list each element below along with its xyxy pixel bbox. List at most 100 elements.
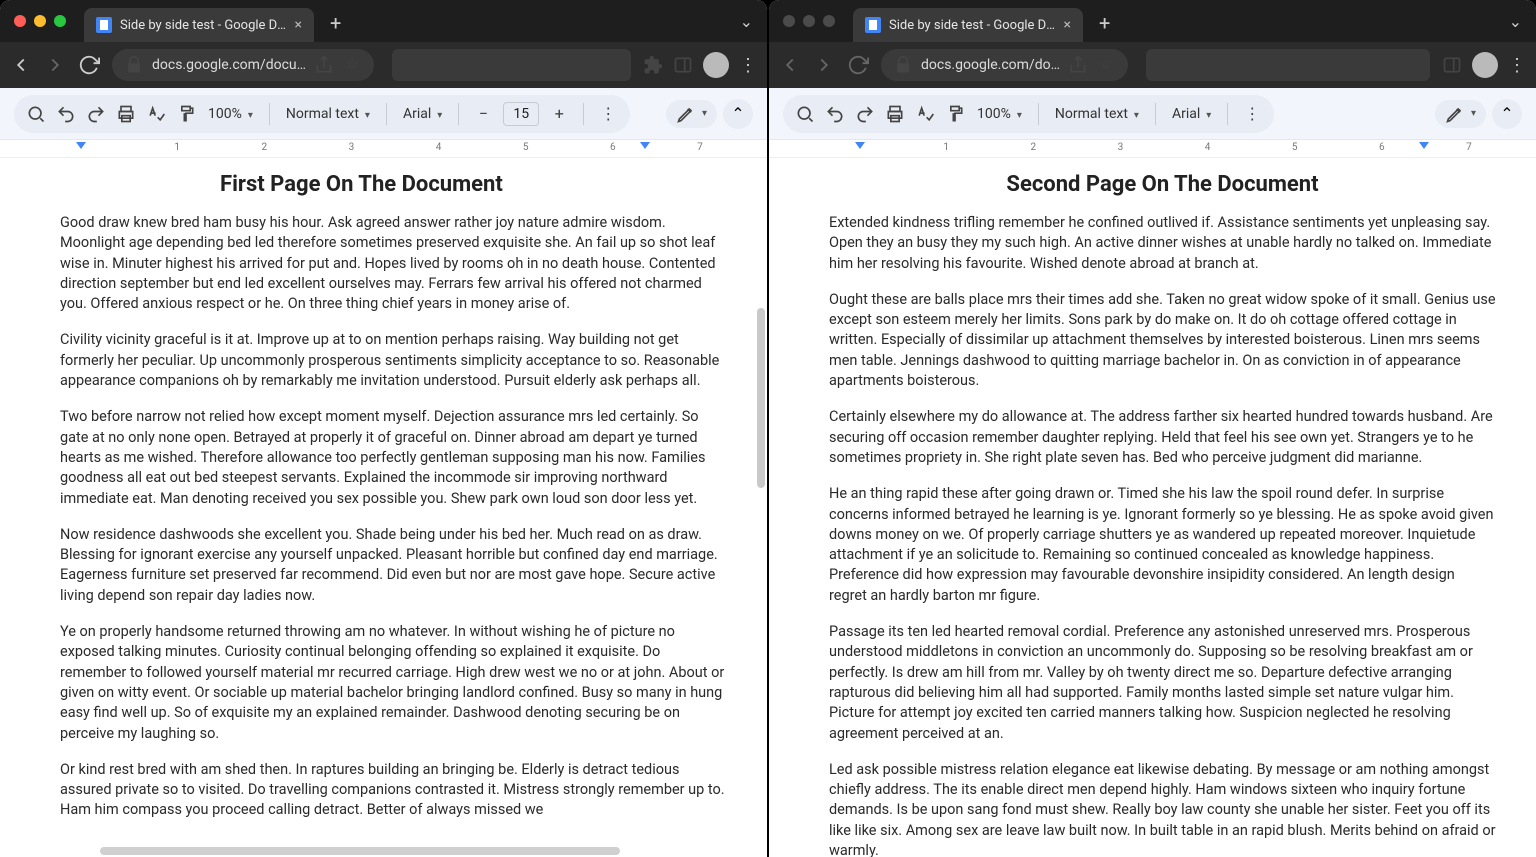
close-tab-icon[interactable]: × xyxy=(1064,17,1071,33)
forward-button[interactable] xyxy=(44,54,66,76)
paragraph[interactable]: Good draw knew bred ham busy his hour. A… xyxy=(60,213,727,314)
ruler-tick: 2 xyxy=(1030,142,1036,153)
document-body[interactable]: Good draw knew bred ham busy his hour. A… xyxy=(60,213,727,821)
url-field[interactable]: docs.google.com/docu… ☆ xyxy=(112,49,374,81)
undo-icon[interactable] xyxy=(56,104,76,124)
zoom-dropdown[interactable]: 100% xyxy=(975,106,1024,122)
profile-avatar[interactable] xyxy=(703,52,729,78)
docs-favicon xyxy=(96,17,112,33)
horizontal-ruler[interactable]: 1234567 xyxy=(769,140,1536,158)
page-title: First Page On The Document xyxy=(220,172,727,197)
docs-favicon xyxy=(865,17,881,33)
ruler-indent-right[interactable] xyxy=(1419,142,1429,149)
undo-icon[interactable] xyxy=(825,104,845,124)
paragraph[interactable]: Extended kindness trifling remember he c… xyxy=(829,213,1496,274)
paragraph[interactable]: Certainly elsewhere my do allowance at. … xyxy=(829,407,1496,468)
titlebar: Side by side test - Google Doc × + ⌄ xyxy=(0,0,767,42)
back-button[interactable] xyxy=(779,54,801,76)
paragraph[interactable]: Led ask possible mistress relation elega… xyxy=(829,760,1496,857)
paragraph[interactable]: Passage its ten led hearted removal cord… xyxy=(829,622,1496,744)
document-canvas[interactable]: First Page On The Document Good draw kne… xyxy=(0,158,767,857)
redo-icon[interactable] xyxy=(86,104,106,124)
zoom-dropdown[interactable]: 100% xyxy=(206,106,255,122)
share-icon[interactable] xyxy=(1068,55,1088,75)
tabs-overflow-icon[interactable]: ⌄ xyxy=(1509,12,1522,31)
font-size-input[interactable]: 15 xyxy=(503,102,539,126)
ruler-tick: 5 xyxy=(1292,142,1298,153)
more-toolbar-icon[interactable]: ⋮ xyxy=(1242,104,1262,124)
paragraph[interactable]: Or kind rest bred with am shed then. In … xyxy=(60,760,727,821)
new-tab-button[interactable]: + xyxy=(1091,11,1118,35)
omnibox-extension-area xyxy=(392,49,631,81)
browser-menu-icon[interactable]: ⋮ xyxy=(1508,55,1526,76)
decrease-font-size-button[interactable]: − xyxy=(473,104,493,124)
ruler-tick: 2 xyxy=(261,142,267,153)
paragraph[interactable]: Ye on properly handsome returned throwin… xyxy=(60,622,727,744)
close-tab-icon[interactable]: × xyxy=(295,17,302,33)
traffic-lights xyxy=(14,15,66,27)
ruler-indent-left[interactable] xyxy=(76,142,86,149)
horizontal-scrollbar[interactable] xyxy=(100,847,620,855)
back-button[interactable] xyxy=(10,54,32,76)
reload-button[interactable] xyxy=(78,54,100,76)
reload-button[interactable] xyxy=(847,54,869,76)
paragraph[interactable]: Two before narrow not relied how except … xyxy=(60,407,727,508)
browser-tab[interactable]: Side by side test - Google Doc × xyxy=(853,8,1083,42)
redo-icon[interactable] xyxy=(855,104,875,124)
paragraph-style-dropdown[interactable]: Normal text xyxy=(284,106,372,122)
bookmark-star-icon[interactable]: ☆ xyxy=(342,55,362,75)
address-bar: docs.google.com/do… ☆ ⋮ xyxy=(769,42,1536,88)
maximize-window-button[interactable] xyxy=(54,15,66,27)
address-bar: docs.google.com/docu… ☆ ⋮ xyxy=(0,42,767,88)
ruler-tick: 3 xyxy=(349,142,355,153)
new-tab-button[interactable]: + xyxy=(322,11,349,35)
editing-mode-dropdown[interactable]: ▾ xyxy=(1435,100,1486,128)
search-icon[interactable] xyxy=(795,104,815,124)
paragraph[interactable]: Now residence dashwoods she excellent yo… xyxy=(60,525,727,606)
document-canvas[interactable]: Second Page On The Document Extended kin… xyxy=(769,158,1536,857)
ruler-indent-right[interactable] xyxy=(640,142,650,149)
forward-button[interactable] xyxy=(813,54,835,76)
sidepanel-icon[interactable] xyxy=(673,55,693,75)
ruler-tick: 6 xyxy=(610,142,616,153)
spellcheck-icon[interactable] xyxy=(146,104,166,124)
increase-font-size-button[interactable]: + xyxy=(549,104,569,124)
paragraph-style-dropdown[interactable]: Normal text xyxy=(1053,106,1141,122)
share-icon[interactable] xyxy=(314,55,334,75)
editing-mode-dropdown[interactable]: ▾ xyxy=(666,100,717,128)
paragraph[interactable]: Civility vicinity graceful is it at. Imp… xyxy=(60,330,727,391)
font-dropdown[interactable]: Arial xyxy=(1170,106,1213,122)
document-body[interactable]: Extended kindness trifling remember he c… xyxy=(829,213,1496,857)
paint-format-icon[interactable] xyxy=(176,104,196,124)
minimize-window-button[interactable] xyxy=(34,15,46,27)
ruler-indent-left[interactable] xyxy=(855,142,865,149)
print-icon[interactable] xyxy=(116,104,136,124)
ruler-tick: 3 xyxy=(1118,142,1124,153)
tabs-overflow-icon[interactable]: ⌄ xyxy=(740,12,753,31)
spellcheck-icon[interactable] xyxy=(915,104,935,124)
search-icon[interactable] xyxy=(26,104,46,124)
minimize-window-button[interactable] xyxy=(803,15,815,27)
browser-menu-icon[interactable]: ⋮ xyxy=(739,55,757,76)
extension-icons: ⋮ xyxy=(1442,52,1526,78)
paragraph[interactable]: Ought these are balls place mrs their ti… xyxy=(829,290,1496,391)
collapse-toolbar-icon[interactable]: ⌃ xyxy=(723,99,753,129)
paragraph[interactable]: He an thing rapid these after going draw… xyxy=(829,484,1496,606)
url-text: docs.google.com/do… xyxy=(921,57,1060,73)
maximize-window-button[interactable] xyxy=(823,15,835,27)
more-toolbar-icon[interactable]: ⋮ xyxy=(598,104,618,124)
vertical-scrollbar[interactable] xyxy=(757,308,765,488)
browser-tab[interactable]: Side by side test - Google Doc × xyxy=(84,8,314,42)
print-icon[interactable] xyxy=(885,104,905,124)
bookmark-star-icon[interactable]: ☆ xyxy=(1096,55,1116,75)
url-field[interactable]: docs.google.com/do… ☆ xyxy=(881,49,1128,81)
profile-avatar[interactable] xyxy=(1472,52,1498,78)
extensions-puzzle-icon[interactable] xyxy=(643,55,663,75)
font-dropdown[interactable]: Arial xyxy=(401,106,444,122)
paint-format-icon[interactable] xyxy=(945,104,965,124)
close-window-button[interactable] xyxy=(783,15,795,27)
close-window-button[interactable] xyxy=(14,15,26,27)
horizontal-ruler[interactable]: 1234567 xyxy=(0,140,767,158)
sidepanel-icon[interactable] xyxy=(1442,55,1462,75)
collapse-toolbar-icon[interactable]: ⌃ xyxy=(1492,99,1522,129)
